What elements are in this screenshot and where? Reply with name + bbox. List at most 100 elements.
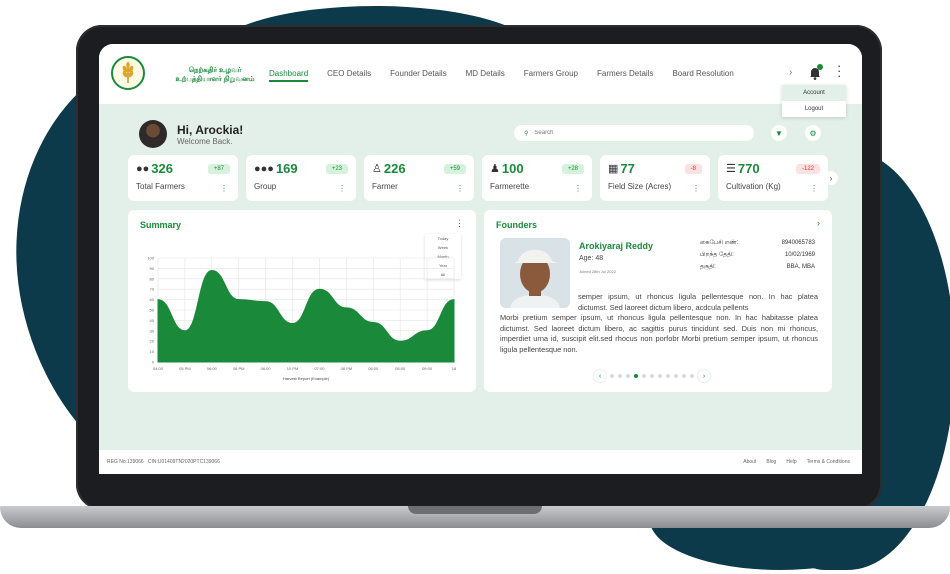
- stat-badge: -122: [795, 164, 820, 174]
- user-avatar[interactable]: [139, 120, 167, 148]
- y-tick-label: 50: [150, 308, 155, 313]
- stat-label: Group: [254, 182, 277, 191]
- search-input[interactable]: [534, 130, 715, 136]
- nav-founder-details[interactable]: Founder Details: [390, 69, 446, 82]
- carousel-dot[interactable]: [658, 374, 662, 378]
- funnel-icon: ▼: [775, 128, 783, 138]
- stat-card-farmer[interactable]: ♙ 226 +59 Farmer ⋮: [364, 155, 474, 201]
- nav-dashboard[interactable]: Dashboard: [269, 69, 309, 82]
- summary-menu-icon[interactable]: ⋮: [455, 218, 464, 229]
- carousel-dot[interactable]: [650, 374, 654, 378]
- x-tick-label: 05 PM: [179, 366, 191, 371]
- stat-label: Cultivation (Kg): [726, 182, 781, 191]
- founder-details: கைபேசி எண்: 8940065783 பிறந்த தேதி: 10/02/…: [700, 240, 815, 276]
- stat-badge: +87: [207, 164, 230, 174]
- notification-dot: [817, 64, 823, 70]
- farmerette-icon: ♟: [490, 163, 500, 175]
- detail-value: 10/02/1969: [784, 252, 815, 258]
- filter-option-today[interactable]: Today: [425, 234, 461, 243]
- founder-bio: semper ipsum, ut rhoncus ligula pellente…: [500, 292, 818, 356]
- founders-card: Founders › Arokiyaraj Reddy Age: 48 Join…: [484, 210, 832, 392]
- x-tick-label: 04:00: [153, 366, 164, 371]
- x-tick-label: 18: [452, 366, 457, 371]
- footer-cin: CIN:U01409TN2020PTC139066: [147, 459, 220, 465]
- menu-item-logout[interactable]: Logout: [782, 101, 846, 117]
- stat-card-cultivation[interactable]: ☰ 770 -122 Cultivation (Kg) ⋮: [718, 155, 828, 201]
- nav-farmers-details[interactable]: Farmers Details: [597, 69, 653, 82]
- nav-board-resolution[interactable]: Board Resolution: [672, 69, 733, 82]
- stat-menu-icon[interactable]: ⋮: [810, 184, 818, 193]
- carousel-dot[interactable]: [618, 374, 622, 378]
- summary-card: Summary ⋮ Today Week Month Year All 0 10 2…: [128, 210, 476, 392]
- carousel-dot[interactable]: [666, 374, 670, 378]
- field-icon: ▦: [608, 163, 619, 175]
- nav-more-chevron-icon[interactable]: ›: [789, 67, 792, 78]
- carousel-prev-icon[interactable]: ‹: [594, 370, 606, 382]
- greeting: Hi, Arockia! Welcome Back.: [139, 120, 243, 148]
- nav-ceo-details[interactable]: CEO Details: [327, 69, 371, 82]
- stat-card-field-size[interactable]: ▦ 77 -8 Field Size (Acres) ⋮: [600, 155, 710, 201]
- founders-next-chevron-icon[interactable]: ›: [817, 218, 820, 228]
- y-tick-label: 80: [150, 276, 155, 281]
- app-screen: நெற்கதிர் உழவர் உற்பத்தியாளர் நிறுவனம் D…: [99, 44, 862, 474]
- x-tick-label: 06:00: [368, 366, 379, 371]
- stats-row: ●● 326 +87 Total Farmers ⋮ ●●● 169 +23 Gro…: [128, 155, 828, 201]
- footer-link-blog[interactable]: Blog: [766, 459, 776, 465]
- stat-menu-icon[interactable]: ⋮: [220, 184, 228, 193]
- y-tick-label: 20: [150, 339, 155, 344]
- brand-logo[interactable]: [111, 56, 145, 90]
- greeting-subtitle: Welcome Back.: [177, 136, 233, 146]
- stat-label: Farmer: [372, 182, 398, 191]
- kebab-menu-icon[interactable]: · · ·: [837, 59, 841, 82]
- carousel-dot[interactable]: [690, 374, 694, 378]
- group-icon: ●●●: [254, 162, 274, 175]
- stat-card-group[interactable]: ●●● 169 +23 Group ⋮: [246, 155, 356, 201]
- settings-button[interactable]: ⚙: [805, 125, 821, 141]
- footer: REG No:139066 CIN:U01409TN2020PTC139066 …: [99, 450, 862, 474]
- carousel-dot[interactable]: [634, 374, 638, 378]
- carousel-dot[interactable]: [626, 374, 630, 378]
- detail-value: BBA, MBA: [786, 264, 815, 270]
- x-tick-label: 06:00: [261, 366, 272, 371]
- stat-menu-icon[interactable]: ⋮: [338, 184, 346, 193]
- greeting-title: Hi, Arockia!: [177, 122, 244, 137]
- nav-farmers-group[interactable]: Farmers Group: [524, 69, 578, 82]
- stat-label: Farmerette: [490, 182, 530, 191]
- stats-next-chevron-icon[interactable]: ›: [824, 171, 838, 185]
- stat-menu-icon[interactable]: ⋮: [574, 184, 582, 193]
- filter-button[interactable]: ▼: [771, 125, 787, 141]
- founders-carousel: ‹ ›: [594, 370, 710, 382]
- nav-links: Dashboard CEO Details Founder Details MD…: [269, 69, 734, 82]
- stat-value: 169: [275, 161, 298, 176]
- search-icon: ⚲: [524, 130, 529, 137]
- carousel-dot[interactable]: [610, 374, 614, 378]
- stat-badge: +59: [443, 164, 466, 174]
- carousel-dot[interactable]: [674, 374, 678, 378]
- farmer-icon: ♙: [372, 163, 382, 175]
- cultivation-icon: ☰: [726, 163, 736, 175]
- menu-item-account[interactable]: Account: [782, 85, 846, 101]
- carousel-dot[interactable]: [682, 374, 686, 378]
- footer-link-terms[interactable]: Terms & Conditions: [807, 459, 850, 465]
- carousel-dots: [610, 374, 694, 378]
- y-tick-label: 100: [147, 256, 154, 261]
- stat-menu-icon[interactable]: ⋮: [692, 184, 700, 193]
- stat-card-farmerette[interactable]: ♟ 100 +28 Farmerette ⋮: [482, 155, 592, 201]
- carousel-next-icon[interactable]: ›: [698, 370, 710, 382]
- stat-card-total-farmers[interactable]: ●● 326 +87 Total Farmers ⋮: [128, 155, 238, 201]
- stat-value: 326: [151, 161, 173, 176]
- notification-bell-icon[interactable]: [807, 64, 823, 81]
- brand-name: நெற்கதிர் உழவர் உற்பத்தியாளர் நிறுவனம்: [159, 66, 271, 84]
- carousel-dot[interactable]: [642, 374, 646, 378]
- y-tick-label: 70: [150, 287, 155, 292]
- footer-link-help[interactable]: Help: [786, 459, 796, 465]
- stat-menu-icon[interactable]: ⋮: [456, 184, 464, 193]
- x-tick-label: 08 PM: [233, 366, 245, 371]
- footer-link-about[interactable]: About: [743, 459, 756, 465]
- founder-name: Arokiyaraj Reddy: [579, 241, 654, 251]
- stat-value: 77: [620, 161, 635, 176]
- stat-value: 226: [383, 161, 406, 176]
- users-icon: ●●: [136, 162, 150, 175]
- search-bar: ⚲: [514, 125, 754, 141]
- nav-md-details[interactable]: MD Details: [466, 69, 505, 82]
